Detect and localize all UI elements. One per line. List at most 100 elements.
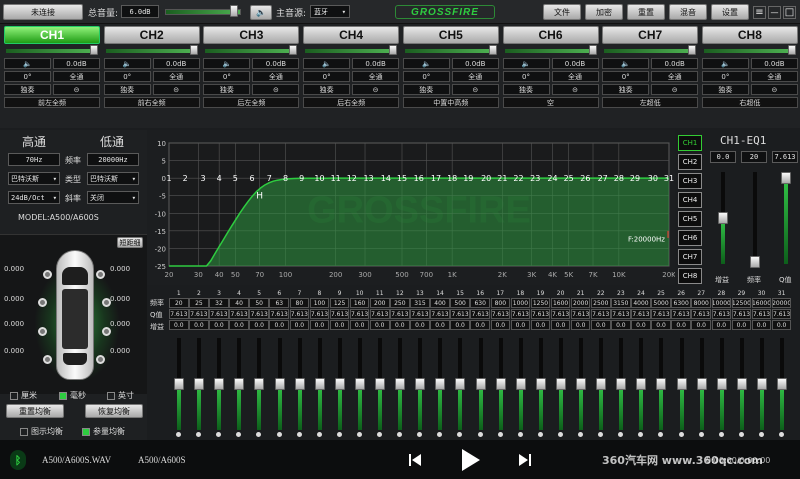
band-q-field[interactable]: 7.613 — [731, 309, 752, 319]
band-gain-slider[interactable] — [314, 338, 325, 437]
band-q-field[interactable]: 7.613 — [229, 309, 249, 319]
band-slider-knob[interactable] — [636, 378, 647, 390]
band-slider-knob[interactable] — [294, 378, 305, 390]
channel-level-knob[interactable] — [488, 45, 497, 55]
play-icon[interactable] — [458, 448, 482, 472]
band-freq-field[interactable]: 12500 — [731, 298, 752, 308]
delay-value-2[interactable]: 0.000 — [110, 265, 130, 273]
channel-tab-1[interactable]: CH1 — [4, 26, 100, 44]
band-gain-slider[interactable] — [294, 338, 305, 437]
band-gain-slider[interactable] — [596, 338, 607, 437]
eq-q-field[interactable]: 7.613 — [772, 151, 798, 163]
band-freq-field[interactable]: 315 — [410, 298, 430, 308]
channel-phase-button[interactable]: 0° — [602, 71, 650, 82]
channel-link-button[interactable]: ⊝ — [152, 84, 200, 95]
eq-gain-field[interactable]: 0.0 — [710, 151, 736, 163]
channel-solo-button[interactable]: 独奏 — [103, 84, 151, 95]
band-freq-field[interactable]: 10000 — [711, 298, 732, 308]
band-gain-slider[interactable] — [636, 338, 647, 437]
eq-q-knob[interactable] — [781, 172, 791, 184]
previous-icon[interactable] — [408, 453, 422, 467]
band-slider-knob[interactable] — [596, 378, 607, 390]
delay-value-7[interactable]: 0.000 — [4, 347, 24, 355]
band-freq-field[interactable]: 125 — [329, 298, 350, 308]
graphic-eq-option[interactable]: 图示均衡 — [20, 426, 63, 437]
delay-value-3[interactable]: 0.000 — [4, 295, 24, 303]
band-gain-field[interactable]: 0.0 — [671, 320, 691, 330]
fine-tune-button[interactable]: 短距细 — [117, 237, 143, 248]
eq-freq-knob[interactable] — [750, 256, 760, 268]
channel-mute-button[interactable]: 🔈 — [203, 58, 251, 69]
channel-link-button[interactable]: ⊝ — [651, 84, 699, 95]
band-slider-knob[interactable] — [435, 378, 446, 390]
channel-level-knob[interactable] — [289, 45, 298, 55]
band-gain-field[interactable]: 0.0 — [550, 320, 571, 330]
delay-value-8[interactable]: 0.000 — [110, 347, 130, 355]
band-gain-field[interactable]: 0.0 — [390, 320, 410, 330]
band-gain-field[interactable]: 0.0 — [189, 320, 209, 330]
band-freq-field[interactable]: 16000 — [751, 298, 772, 308]
band-q-field[interactable]: 7.613 — [590, 309, 611, 319]
band-slider-knob[interactable] — [736, 378, 747, 390]
band-q-field[interactable]: 7.613 — [611, 309, 631, 319]
channel-gain-field[interactable]: 0.0dB — [352, 58, 400, 69]
band-gain-field[interactable]: 0.0 — [570, 320, 591, 330]
band-gain-slider[interactable] — [375, 338, 385, 437]
band-gain-field[interactable]: 0.0 — [711, 320, 732, 330]
band-freq-field[interactable]: 6300 — [671, 298, 691, 308]
band-freq-field[interactable]: 63 — [269, 298, 290, 308]
band-slider-knob[interactable] — [756, 378, 767, 390]
reset-menu-button[interactable]: 重置 — [627, 4, 665, 20]
band-freq-field[interactable]: 630 — [470, 298, 490, 308]
minimize-icon[interactable]: — — [768, 6, 781, 19]
band-freq-field[interactable]: 1000 — [510, 298, 531, 308]
band-gain-field[interactable]: 0.0 — [751, 320, 772, 330]
channel-level-knob[interactable] — [787, 45, 796, 55]
eq-channel-7[interactable]: CH7 — [678, 249, 702, 265]
band-freq-field[interactable]: 3150 — [611, 298, 631, 308]
band-gain-slider[interactable] — [495, 338, 506, 437]
band-gain-field[interactable]: 0.0 — [651, 320, 671, 330]
band-q-field[interactable]: 7.613 — [550, 309, 571, 319]
channel-mute-button[interactable]: 🔈 — [701, 58, 749, 69]
eq-channel-6[interactable]: CH6 — [678, 230, 702, 246]
band-slider-knob[interactable] — [234, 378, 245, 390]
band-freq-field[interactable]: 160 — [349, 298, 370, 308]
band-q-field[interactable]: 7.613 — [249, 309, 269, 319]
channel-pass-button[interactable]: 全通 — [152, 71, 200, 82]
band-freq-field[interactable]: 2500 — [590, 298, 611, 308]
speaker-position-icon[interactable] — [38, 327, 47, 336]
band-freq-field[interactable]: 5000 — [651, 298, 671, 308]
band-q-field[interactable]: 7.613 — [711, 309, 732, 319]
channel-pass-button[interactable]: 全通 — [651, 71, 699, 82]
band-slider-knob[interactable] — [455, 378, 466, 390]
unit-inch[interactable]: 英寸 — [107, 390, 134, 401]
channel-phase-button[interactable]: 0° — [203, 71, 251, 82]
band-gain-slider[interactable] — [475, 338, 486, 437]
band-gain-slider[interactable] — [455, 338, 466, 437]
band-q-field[interactable]: 7.613 — [631, 309, 651, 319]
channel-level-slider[interactable] — [403, 45, 499, 56]
volume-slider[interactable] — [165, 5, 241, 17]
band-slider-knob[interactable] — [656, 378, 667, 390]
delay-value-4[interactable]: 0.000 — [110, 295, 130, 303]
channel-phase-button[interactable]: 0° — [701, 71, 749, 82]
channel-link-button[interactable]: ⊝ — [352, 84, 400, 95]
eq-freq-slider[interactable] — [750, 172, 760, 268]
channel-level-knob[interactable] — [588, 45, 597, 55]
eq-channel-8[interactable]: CH8 — [678, 268, 702, 284]
reset-eq-button[interactable]: 重置均衡 — [6, 404, 64, 418]
channel-solo-button[interactable]: 独奏 — [4, 84, 51, 95]
band-freq-field[interactable]: 1250 — [530, 298, 551, 308]
band-gain-slider[interactable] — [354, 338, 365, 437]
band-q-field[interactable]: 7.613 — [691, 309, 712, 319]
channel-tab-6[interactable]: CH6 — [502, 26, 599, 44]
band-gain-slider[interactable] — [777, 338, 787, 437]
band-freq-field[interactable]: 80 — [289, 298, 310, 308]
band-freq-field[interactable]: 32 — [209, 298, 229, 308]
speaker-position-icon[interactable] — [102, 298, 111, 307]
band-gain-slider[interactable] — [656, 338, 667, 437]
encrypt-menu-button[interactable]: 加密 — [585, 4, 623, 20]
band-freq-field[interactable]: 40 — [229, 298, 249, 308]
lowpass-type-select[interactable]: 巴特沃斯 ▾ — [87, 172, 139, 185]
